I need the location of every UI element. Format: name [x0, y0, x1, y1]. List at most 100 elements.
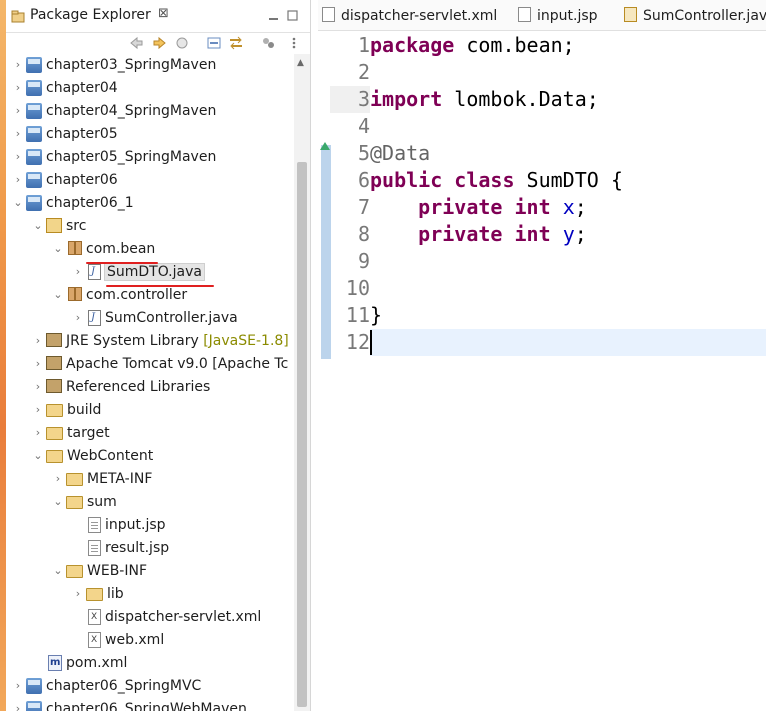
maximize-icon[interactable] — [287, 6, 298, 21]
chevron-right-icon[interactable]: › — [30, 399, 46, 421]
tree-item-label: chapter05 — [46, 126, 118, 142]
chevron-right-icon[interactable]: › — [30, 422, 46, 444]
folder-icon — [66, 473, 83, 486]
chevron-down-icon[interactable]: ⌄ — [50, 491, 66, 513]
editor-tab[interactable]: dispatcher-servlet.xml — [322, 7, 497, 24]
minimize-icon[interactable] — [268, 6, 279, 20]
link-with-editor-icon[interactable] — [228, 35, 244, 51]
line-number: 5 — [357, 141, 370, 165]
chevron-down-icon[interactable]: ⌄ — [50, 560, 66, 582]
tree-item-label: src — [66, 218, 87, 234]
tree-item[interactable]: › Apache Tomcat v9.0 [Apache Tc — [30, 353, 288, 375]
tree-item[interactable]: › chapter04_SpringMaven — [10, 100, 216, 122]
chevron-down-icon[interactable]: ⌄ — [10, 192, 26, 214]
chevron-right-icon[interactable]: › — [10, 100, 26, 122]
tree-item[interactable]: › SumDTO.java — [70, 261, 205, 283]
tree-item-label: chapter06_SpringWebMaven — [46, 701, 247, 711]
tree-item[interactable]: › Referenced Libraries — [30, 376, 210, 398]
tree-item[interactable]: › chapter06_SpringMVC — [10, 675, 201, 697]
chevron-right-icon[interactable]: › — [10, 54, 26, 76]
chevron-right-icon[interactable]: › — [10, 698, 26, 711]
line-number: 8 — [357, 222, 370, 246]
chevron-down-icon[interactable]: ⌄ — [50, 238, 66, 260]
editor-tab[interactable]: SumController.java — [624, 7, 766, 24]
chevron-right-icon[interactable]: › — [10, 146, 26, 168]
chevron-right-icon[interactable]: › — [70, 307, 86, 329]
chevron-right-icon[interactable]: › — [50, 468, 66, 490]
source-folder-icon — [46, 218, 62, 233]
tree-item[interactable]: › JRE System Library [JavaSE-1.8] — [30, 330, 289, 352]
tree-item[interactable]: ⌄ sum — [50, 491, 116, 513]
tree-item[interactable]: pom.xml — [30, 652, 127, 674]
tree-item[interactable]: › chapter06 — [10, 169, 118, 191]
code-line-11: } — [370, 303, 383, 327]
chevron-right-icon[interactable]: › — [30, 330, 46, 352]
tree-item[interactable]: › chapter06_SpringWebMaven — [10, 698, 247, 711]
red-underline-com-bean — [86, 262, 158, 264]
tree-item[interactable]: › SumController.java — [70, 307, 238, 329]
tree-item-label: chapter06_1 — [46, 195, 134, 211]
scrollbar-thumb[interactable] — [297, 162, 307, 707]
tree-item[interactable]: ⌄ src — [30, 215, 86, 237]
chevron-right-icon[interactable]: › — [70, 261, 86, 283]
tree-item[interactable]: ⌄ WEB-INF — [50, 560, 147, 582]
tree-item[interactable]: result.jsp — [70, 537, 169, 559]
tree-item[interactable]: ⌄ com.controller — [50, 284, 187, 306]
chevron-right-icon[interactable]: › — [70, 583, 86, 605]
package-explorer-tab[interactable]: Package Explorer ⊠ — [6, 0, 310, 33]
red-underline-sumdto — [106, 285, 214, 287]
java-file-icon — [624, 7, 637, 22]
tree-item[interactable]: › lib — [70, 583, 124, 605]
tree-item-label: lib — [107, 586, 124, 602]
folder-icon — [46, 427, 63, 440]
tree-item[interactable]: › chapter03_SpringMaven — [10, 54, 216, 76]
view-menu-icon[interactable] — [286, 35, 302, 51]
chevron-right-icon[interactable]: › — [30, 376, 46, 398]
tree-item[interactable]: › chapter05_SpringMaven — [10, 146, 216, 168]
java-file-icon — [88, 307, 101, 329]
editor-tab[interactable]: input.jsp — [518, 7, 598, 24]
web-folder-icon — [46, 450, 63, 463]
chevron-right-icon[interactable]: › — [10, 123, 26, 145]
text-caret — [370, 330, 372, 355]
tree-item[interactable]: ⌄ com.bean — [50, 238, 155, 260]
chevron-down-icon[interactable]: ⌄ — [30, 445, 46, 467]
tree-item[interactable]: › chapter04 — [10, 77, 118, 99]
tree-item[interactable]: › build — [30, 399, 102, 421]
chevron-right-icon[interactable]: › — [10, 169, 26, 191]
editor-tab-label: dispatcher-servlet.xml — [341, 8, 498, 24]
tree-item[interactable]: dispatcher-servlet.xml — [70, 606, 261, 628]
editor-tab-label: input.jsp — [537, 8, 598, 24]
line-number: 1 — [357, 33, 370, 57]
up-icon[interactable] — [174, 35, 190, 51]
forward-icon[interactable] — [152, 35, 168, 51]
folder-icon — [46, 404, 63, 417]
tree-item[interactable]: › META-INF — [50, 468, 153, 490]
maven-project-icon — [26, 103, 42, 119]
tree-item[interactable]: input.jsp — [70, 514, 166, 536]
tree-item[interactable]: › chapter05 — [10, 123, 118, 145]
close-icon[interactable]: ⊠ — [158, 6, 169, 21]
tree-item-label: chapter06_SpringMVC — [46, 678, 202, 694]
fold-marker-icon[interactable] — [320, 142, 330, 150]
tree-item[interactable]: ⌄ chapter06_1 — [10, 192, 134, 214]
tree-item-label: WEB-INF — [87, 563, 147, 579]
chevron-right-icon[interactable]: › — [30, 353, 46, 375]
chevron-down-icon[interactable]: ⌄ — [50, 284, 66, 306]
chevron-right-icon[interactable]: › — [10, 77, 26, 99]
scroll-up-icon[interactable]: ▲ — [297, 58, 304, 68]
tree-item[interactable]: ⌄ WebContent — [30, 445, 153, 467]
maven-project-icon — [26, 57, 42, 73]
collapse-all-icon[interactable] — [206, 35, 222, 51]
tree-scrollbar[interactable]: ▲ — [294, 54, 310, 711]
code-line-6: public class SumDTO { — [370, 168, 623, 192]
tree-item-label: WebContent — [67, 448, 154, 464]
tree-item[interactable]: › target — [30, 422, 110, 444]
tree-item[interactable]: web.xml — [70, 629, 164, 651]
tree-item-label: Apache Tomcat v9.0 [Apache Tc — [66, 356, 289, 372]
chevron-down-icon[interactable]: ⌄ — [30, 215, 46, 237]
focus-icon[interactable] — [260, 35, 276, 51]
chevron-right-icon[interactable]: › — [10, 675, 26, 697]
back-icon[interactable] — [128, 35, 144, 51]
tree-item-label: result.jsp — [105, 540, 170, 556]
